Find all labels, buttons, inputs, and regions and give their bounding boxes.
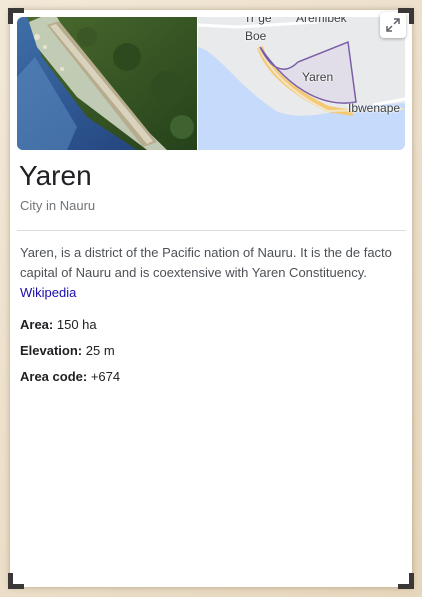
frame-corner-bottom-left: [8, 573, 24, 589]
map-label-partial-right: Aremibek: [296, 17, 347, 25]
fact-label: Area code:: [20, 369, 88, 384]
fact-area-code: Area code: +674: [20, 369, 120, 384]
map-label-ibwenape: Ibwenape: [348, 101, 401, 115]
map-label-boe: Boe: [245, 29, 267, 43]
fact-value: 150 ha: [56, 317, 97, 332]
place-description: Yaren, is a district of the Pacific nati…: [20, 243, 392, 303]
fact-value: +674: [90, 369, 121, 384]
fact-label: Elevation:: [20, 343, 83, 358]
aerial-photo-image: [17, 17, 197, 150]
fact-elevation: Elevation: 25 m: [20, 343, 115, 358]
fact-value: 25 m: [85, 343, 115, 358]
place-title: Yaren: [19, 160, 92, 191]
place-subtitle: City in Nauru: [20, 198, 96, 213]
frame-corner-top-left: [8, 8, 24, 24]
location-map[interactable]: Tr ge Aremibek Boe Yaren Ibwenape: [198, 17, 405, 150]
map-label-partial-left: Tr ge: [244, 17, 272, 25]
wikipedia-link[interactable]: Wikipedia: [20, 285, 76, 300]
frame-corner-top-right: [398, 8, 414, 24]
description-text: Yaren, is a district of the Pacific nati…: [20, 245, 392, 280]
map-label-yaren: Yaren: [302, 70, 334, 84]
fact-label: Area:: [20, 317, 54, 332]
divider: [17, 230, 406, 231]
place-photo[interactable]: [17, 17, 197, 150]
frame-corner-bottom-right: [398, 573, 414, 589]
fact-area: Area: 150 ha: [20, 317, 97, 332]
